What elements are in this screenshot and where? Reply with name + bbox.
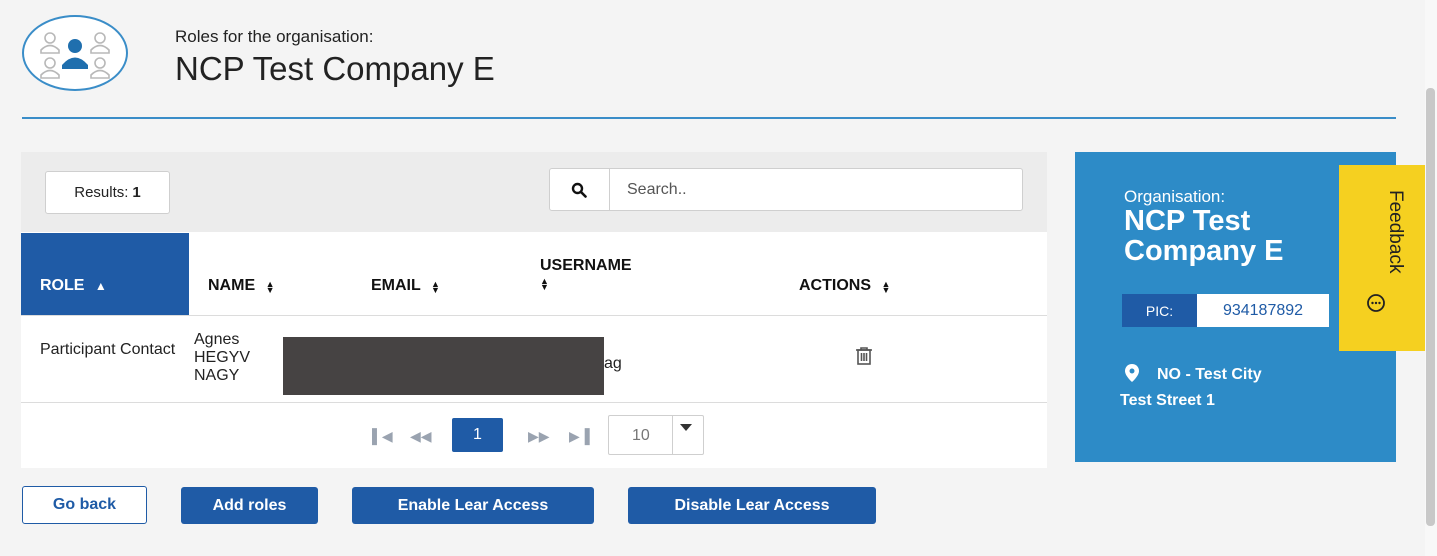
results-count-badge: Results: 1 — [45, 171, 170, 214]
redacted-email-block — [283, 337, 604, 395]
column-header-name[interactable]: NAME ▲ ▼ — [208, 277, 274, 295]
last-page-icon[interactable]: ▶▐ — [569, 428, 590, 445]
column-header-email[interactable]: EMAIL ▲ ▼ — [371, 277, 440, 295]
sort-asc-icon: ▲ — [94, 279, 107, 293]
trash-icon — [856, 347, 872, 365]
organisation-name: NCP Test Company E — [1124, 205, 1284, 267]
sort-both-icon: ▲ ▼ — [881, 279, 891, 296]
feedback-bubble-icon[interactable] — [1365, 292, 1387, 319]
disable-lear-access-button[interactable]: Disable Lear Access — [628, 487, 876, 524]
organisation-label: Organisation: — [1124, 187, 1226, 206]
map-marker-icon — [1125, 364, 1139, 387]
column-header-actions[interactable]: ACTIONS ▲ ▼ — [799, 277, 890, 295]
scrollbar-thumb[interactable] — [1426, 88, 1435, 526]
chevron-down-icon[interactable] — [680, 424, 692, 431]
results-count: 1 — [132, 184, 141, 201]
column-header-role-label[interactable]: ROLE ▲ — [40, 277, 107, 295]
pic-value: 934187892 — [1197, 294, 1329, 327]
column-header-role[interactable] — [21, 233, 189, 315]
page-size-select[interactable] — [608, 415, 704, 455]
search-button[interactable] — [549, 168, 610, 211]
page-size-value: 10 — [632, 427, 650, 444]
search-icon — [571, 182, 587, 198]
header-divider — [22, 117, 1396, 119]
column-header-username[interactable]: USERNAME ▲ ▼ — [540, 256, 632, 294]
first-page-icon[interactable]: ▌◀ — [372, 428, 393, 445]
delete-role-button[interactable] — [855, 346, 873, 371]
organisation-roles-logo — [22, 15, 128, 91]
results-label: Results: — [74, 184, 129, 201]
cell-name: Agnes HEGYV NAGY — [194, 331, 251, 384]
page-title: NCP Test Company E — [175, 50, 495, 87]
pic-label: PIC: — [1122, 294, 1197, 327]
next-page-icon[interactable]: ▶▶ — [528, 428, 550, 445]
sort-both-icon: ▲ ▼ — [430, 279, 440, 296]
enable-lear-access-button[interactable]: Enable Lear Access — [352, 487, 594, 524]
search-input[interactable] — [612, 170, 1017, 209]
go-back-button[interactable]: Go back — [22, 486, 147, 524]
table-row-divider — [21, 315, 1047, 316]
table-row-divider — [21, 402, 1047, 403]
people-group-icon — [40, 32, 110, 79]
page-button-current[interactable]: 1 — [452, 418, 503, 452]
sort-both-icon: ▲ ▼ — [540, 276, 549, 293]
organisation-location: NO - Test City — [1157, 366, 1262, 383]
organisation-street: Test Street 1 — [1120, 392, 1215, 409]
page-subtitle: Roles for the organisation: — [175, 27, 374, 46]
page-size-divider — [672, 416, 673, 454]
add-roles-button[interactable]: Add roles — [181, 487, 318, 524]
prev-page-icon[interactable]: ◀◀ — [410, 428, 432, 445]
cell-role: Participant Contact — [40, 341, 176, 358]
cell-username: ag — [604, 355, 622, 372]
sort-both-icon: ▲ ▼ — [265, 279, 275, 296]
